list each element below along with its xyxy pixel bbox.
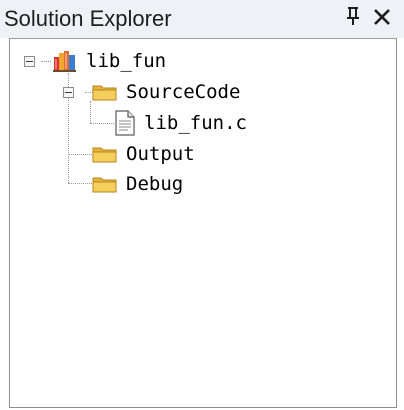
pin-button[interactable] (342, 6, 364, 32)
pin-icon (347, 7, 359, 25)
sourcecode-label: SourceCode (126, 81, 241, 103)
output-label: Output (126, 143, 195, 165)
file-icon (115, 110, 135, 136)
tree-node-source-file[interactable]: lib_fun.c (114, 109, 247, 137)
close-icon (374, 9, 390, 25)
collapse-toggle-sourcecode[interactable] (63, 87, 74, 98)
solution-explorer-panel: Solution Explorer lib_fun SourceCode lib… (0, 0, 404, 410)
folder-icon (92, 85, 117, 101)
folder-icon (92, 177, 117, 193)
tree-node-project[interactable]: lib_fun (52, 47, 166, 75)
tree-node-sourcecode[interactable]: SourceCode (92, 78, 240, 106)
solution-tree[interactable]: lib_fun SourceCode lib_fun.c Output Debu… (9, 38, 397, 408)
tree-connector (41, 61, 51, 62)
tree-connector (90, 101, 91, 123)
debug-label: Debug (126, 173, 184, 195)
tree-connector (90, 123, 114, 124)
source-file-label: lib_fun.c (144, 112, 247, 134)
folder-icon (92, 147, 117, 163)
panel-titlebar: Solution Explorer (0, 0, 404, 38)
tree-connector (68, 183, 92, 184)
project-label: lib_fun (86, 50, 167, 72)
collapse-toggle-project[interactable] (24, 56, 35, 67)
tree-node-output[interactable]: Output (92, 140, 195, 168)
panel-title: Solution Explorer (4, 6, 172, 31)
close-button[interactable] (370, 6, 394, 32)
tree-node-debug[interactable]: Debug (92, 170, 183, 198)
tree-connector (68, 154, 92, 155)
project-icon (53, 51, 76, 72)
